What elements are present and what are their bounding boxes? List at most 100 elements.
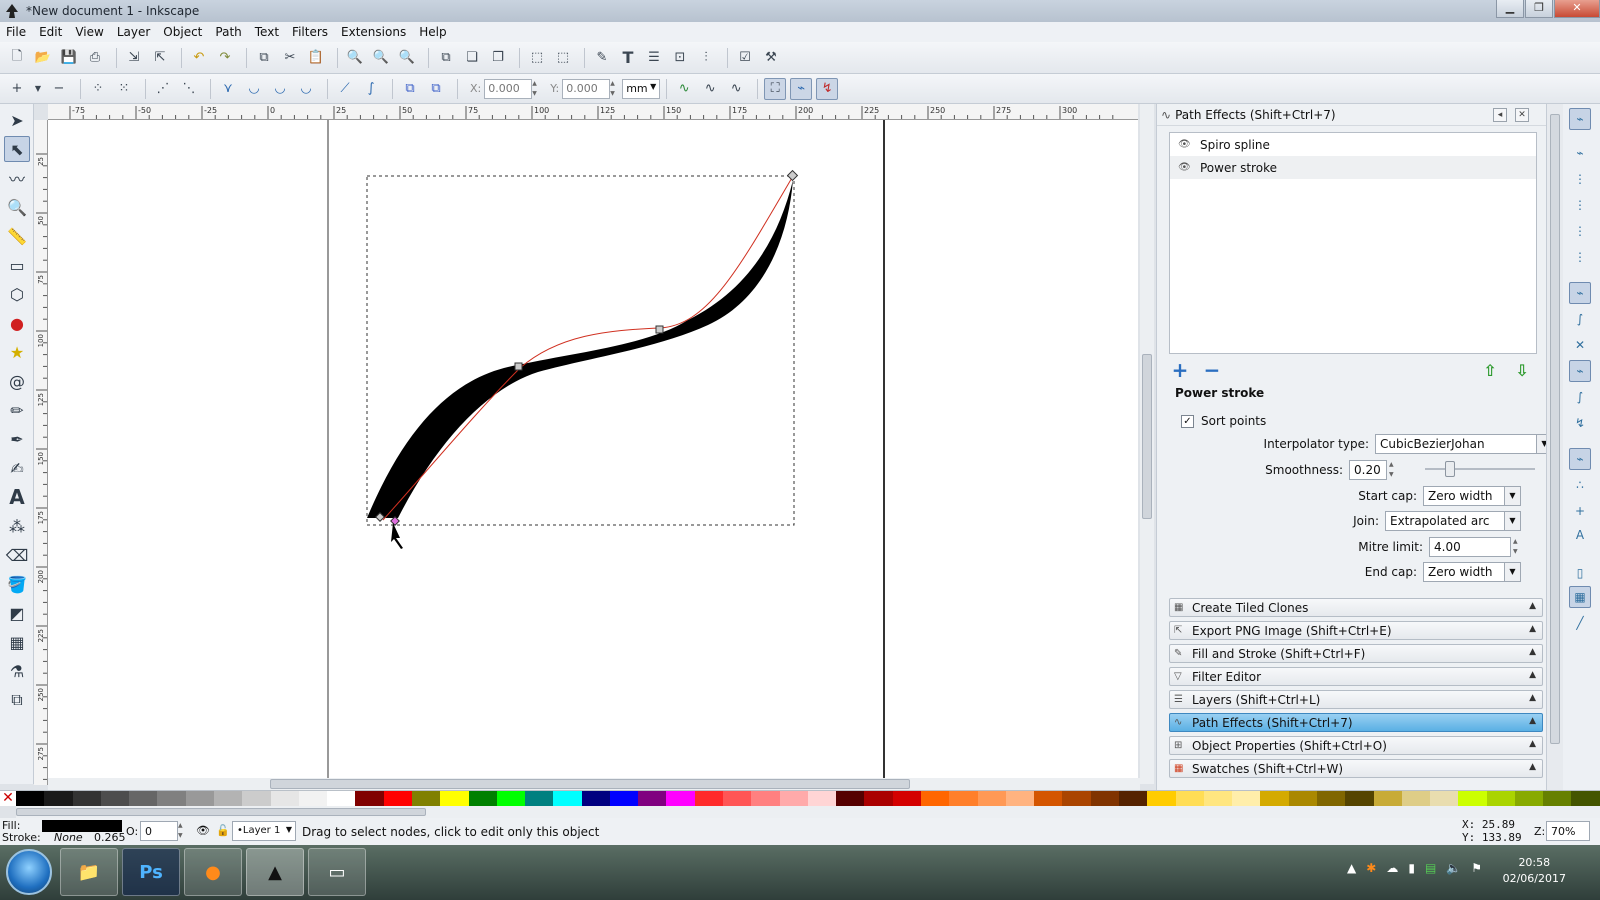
layer-lock-icon[interactable]: 🔓 — [216, 824, 230, 837]
palette-swatch[interactable] — [751, 791, 780, 807]
pen-tool-icon[interactable]: ✒ — [4, 426, 30, 452]
menu-layer[interactable]: Layer — [117, 25, 150, 39]
snap-grids-icon[interactable]: ▦ — [1569, 586, 1591, 608]
pencil-tool-icon[interactable]: ✏ — [4, 397, 30, 423]
palette-swatch[interactable] — [836, 791, 865, 807]
sort-points-checkbox[interactable]: ✓ — [1181, 414, 1194, 428]
clone-icon[interactable]: ❏ — [461, 47, 483, 69]
palette-swatch[interactable] — [553, 791, 582, 807]
minimize-button[interactable]: ▁ — [1496, 0, 1524, 18]
palette-swatch[interactable] — [581, 791, 610, 807]
break-path-icon[interactable]: ⁙ — [113, 78, 135, 100]
unlink-clone-icon[interactable]: ❐ — [487, 47, 509, 69]
palette-swatch[interactable] — [1543, 791, 1572, 807]
selector-tool-icon[interactable]: ➤ — [4, 107, 30, 133]
copy-icon[interactable]: ⧉ — [253, 47, 275, 69]
palette-swatch[interactable] — [1514, 791, 1544, 807]
open-icon[interactable]: 📂 — [32, 47, 54, 69]
segment-line-icon[interactable]: ⟋ — [334, 78, 356, 100]
vertical-scroll-thumb[interactable] — [1142, 354, 1152, 519]
zoom-drawing-icon[interactable]: 🔍 — [370, 47, 392, 69]
menu-file[interactable]: File — [6, 25, 26, 39]
dialog-swatches[interactable]: ▦ Swatches (Shift+Ctrl+W) ▲ — [1169, 759, 1543, 778]
dialog-create-tiled-clones[interactable]: ▦ Create Tiled Clones ▲ — [1169, 598, 1543, 617]
palette-swatch[interactable] — [1232, 791, 1261, 807]
vertical-ruler[interactable]: 25 50 75 100 125 150 175 200 225 250 275 — [34, 120, 48, 785]
xml-editor-icon[interactable]: ⊡ — [669, 47, 691, 69]
snap-smooth-nodes-icon[interactable]: ∫ — [1569, 386, 1591, 408]
palette-swatch[interactable] — [1260, 791, 1289, 807]
zoom-input[interactable]: 70% — [1546, 821, 1590, 841]
snap-text-baseline-icon[interactable]: A — [1569, 524, 1591, 546]
palette-swatch[interactable] — [1316, 791, 1346, 807]
palette-scrollbar[interactable] — [16, 806, 1600, 818]
mitre-limit-input[interactable]: 4.00 — [1429, 537, 1511, 557]
palette-swatch[interactable] — [1345, 791, 1374, 807]
snap-bbox-centers-icon[interactable]: ⋮ — [1569, 246, 1591, 268]
palette-swatch[interactable] — [1401, 791, 1431, 807]
menu-edit[interactable]: Edit — [39, 25, 62, 39]
smooth-node-icon[interactable]: ◡ — [243, 78, 265, 100]
smoothness-slider-knob[interactable] — [1445, 461, 1455, 477]
node-tool-icon[interactable]: ⬉ — [4, 136, 30, 162]
rectangle-tool-icon[interactable]: ▭ — [4, 252, 30, 278]
3d-box-tool-icon[interactable]: ⬡ — [4, 281, 30, 307]
eraser-tool-icon[interactable]: ⌫ — [4, 542, 30, 568]
dropper-tool-icon[interactable]: ⚗ — [4, 658, 30, 684]
palette-swatch[interactable] — [242, 791, 271, 807]
path-node[interactable] — [514, 362, 523, 371]
opacity-spin-icon[interactable]: ▲ ▼ — [178, 821, 186, 841]
stroke-to-path-icon[interactable]: ⧉ — [425, 78, 447, 100]
dialog-path-effects[interactable]: ∿ Path Effects (Shift+Ctrl+7) ▲ — [1169, 713, 1543, 732]
window-taskbar-button[interactable]: ▭ — [308, 848, 366, 896]
palette-swatch[interactable] — [100, 791, 130, 807]
gradient-tool-icon[interactable]: ◩ — [4, 600, 30, 626]
join-nodes-icon[interactable]: ⁘ — [87, 78, 109, 100]
maximize-button[interactable]: ❐ — [1525, 0, 1553, 18]
add-effect-button[interactable]: + — [1169, 358, 1191, 382]
cut-icon[interactable]: ✂ — [279, 47, 301, 69]
insert-node-icon[interactable]: + — [6, 78, 28, 100]
x-coord-input[interactable]: 0.000 — [484, 78, 533, 99]
snap-enable-icon[interactable]: ⌁ — [1569, 108, 1591, 130]
palette-swatch[interactable] — [1118, 791, 1148, 807]
palette-swatch[interactable] — [1430, 791, 1459, 807]
menu-path[interactable]: Path — [215, 25, 241, 39]
palette-swatch[interactable] — [16, 791, 45, 807]
symmetric-node-icon[interactable]: ◡ — [269, 78, 291, 100]
photoshop-taskbar-button[interactable]: Ps — [122, 848, 180, 896]
show-transform-handles-icon[interactable]: ⛶ — [764, 77, 787, 100]
palette-swatch[interactable] — [609, 791, 639, 807]
measure-tool-icon[interactable]: 📏 — [4, 223, 30, 249]
remove-effect-button[interactable]: − — [1201, 358, 1223, 382]
snap-others-icon[interactable]: ⌁ — [1569, 448, 1591, 470]
snap-bbox-corners-icon[interactable]: ⋮ — [1569, 194, 1591, 216]
opacity-input[interactable]: 0 — [140, 821, 178, 841]
dock-close-icon[interactable]: ✕ — [1515, 108, 1529, 122]
paint-bucket-tool-icon[interactable]: 🪣 — [4, 571, 30, 597]
palette-swatch[interactable] — [864, 791, 893, 807]
palette-swatch[interactable] — [72, 791, 101, 807]
palette-swatch[interactable] — [1486, 791, 1515, 807]
start-button[interactable] — [6, 849, 52, 895]
show-handles-icon[interactable]: ⌁ — [790, 77, 813, 100]
print-icon[interactable]: ⎙ — [84, 47, 106, 69]
menu-extensions[interactable]: Extensions — [341, 25, 406, 39]
connector-tool-icon[interactable]: ⧉ — [4, 687, 30, 713]
power-stroke-knot[interactable] — [390, 516, 400, 526]
drawing-canvas[interactable] — [48, 120, 1138, 778]
mitre-spin-icon[interactable]: ▲ ▼ — [1513, 537, 1521, 557]
stroke-value[interactable]: None — [54, 831, 83, 844]
palette-swatch[interactable] — [977, 791, 1006, 807]
text-font-icon[interactable]: T — [617, 47, 639, 69]
menu-help[interactable]: Help — [419, 25, 446, 39]
snap-midpoints-icon[interactable]: ↯ — [1569, 412, 1591, 434]
import-icon[interactable]: ⇲ — [123, 47, 145, 69]
list-item[interactable]: 👁 Power stroke — [1170, 156, 1536, 179]
dialog-object-properties[interactable]: ⊞ Object Properties (Shift+Ctrl+O) ▲ — [1169, 736, 1543, 755]
palette-swatch[interactable] — [694, 791, 724, 807]
explorer-taskbar-button[interactable]: 📁 — [60, 848, 118, 896]
palette-swatch[interactable] — [525, 791, 554, 807]
snap-bbox-edges-icon[interactable]: ⋮ — [1569, 168, 1591, 190]
inkscape-taskbar-button[interactable]: ▲ — [246, 848, 304, 896]
